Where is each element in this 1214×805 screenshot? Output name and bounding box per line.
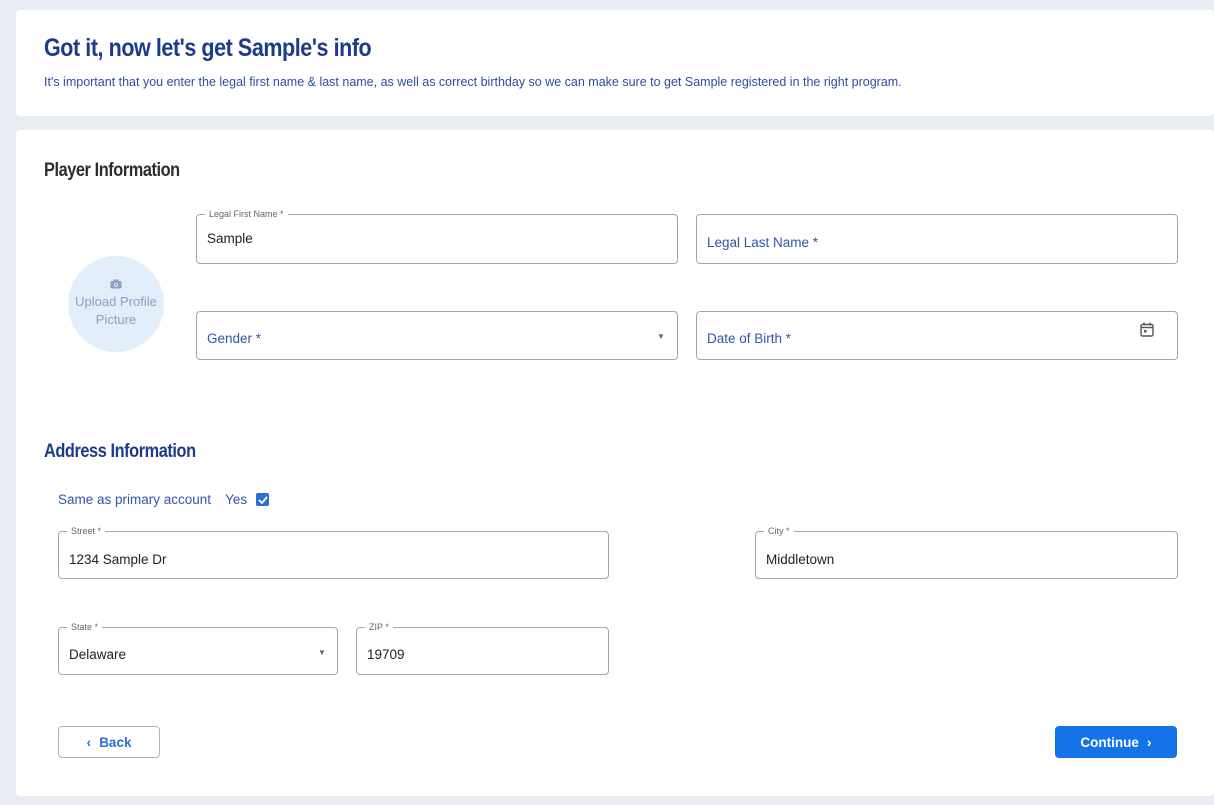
camera-icon (110, 279, 122, 289)
same-as-primary-label: Same as primary account (58, 492, 212, 507)
chevron-down-icon: ▼ (318, 648, 326, 657)
address-section-title: Address Information (44, 441, 196, 462)
checkmark-icon (257, 495, 268, 504)
upload-label-line2: Picture (95, 312, 137, 327)
same-as-primary-checkbox[interactable] (256, 493, 270, 506)
continue-label: Continue (1080, 734, 1139, 750)
street-field[interactable]: Street * 1234 Sample Dr (58, 526, 609, 579)
upload-profile-picture-button[interactable]: Upload Profile Picture (68, 256, 164, 352)
gender-placeholder: Gender * (207, 331, 262, 346)
player-section-title: Player Information (44, 160, 180, 181)
date-of-birth-placeholder: Date of Birth * (707, 331, 792, 346)
chevron-left-icon: ‹ (86, 734, 92, 750)
zip-field[interactable]: ZIP * 19709 (356, 622, 609, 675)
state-value: Delaware (69, 647, 127, 662)
city-field[interactable]: City * Middletown (755, 526, 1178, 579)
date-of-birth-field[interactable]: Date of Birth * (696, 311, 1178, 360)
page-subtitle: It's important that you enter the legal … (44, 75, 902, 89)
continue-button[interactable]: Continue › (1055, 726, 1177, 758)
back-button[interactable]: ‹ Back (58, 726, 160, 758)
header-card (16, 10, 1214, 116)
legal-first-name-value: Sample (207, 231, 253, 246)
legal-first-name-label: Legal First Name * (205, 209, 288, 220)
upload-label-line1: Upload Profile (75, 294, 157, 309)
state-select[interactable]: State * Delaware ▼ (58, 622, 338, 675)
back-label: Back (99, 734, 132, 750)
gender-select[interactable]: Gender * ▼ (196, 311, 678, 360)
page-title: Got it, now let's get Sample's info (44, 34, 372, 62)
chevron-down-icon: ▼ (657, 332, 665, 341)
legal-last-name-placeholder: Legal Last Name * (707, 235, 819, 250)
state-label: State * (67, 622, 103, 633)
zip-label: ZIP * (365, 622, 393, 633)
legal-last-name-field[interactable]: Legal Last Name * (696, 214, 1178, 264)
calendar-icon[interactable] (1140, 322, 1154, 337)
same-as-primary-row: Same as primary account Yes (58, 492, 270, 507)
street-value: 1234 Sample Dr (69, 552, 167, 567)
legal-first-name-field[interactable]: Legal First Name * Sample (196, 209, 678, 264)
city-label: City * (764, 526, 794, 537)
yes-label: Yes (225, 492, 248, 507)
zip-value: 19709 (367, 647, 405, 662)
street-label: Street * (67, 526, 106, 537)
city-value: Middletown (766, 552, 835, 567)
chevron-right-icon: › (1146, 734, 1152, 750)
